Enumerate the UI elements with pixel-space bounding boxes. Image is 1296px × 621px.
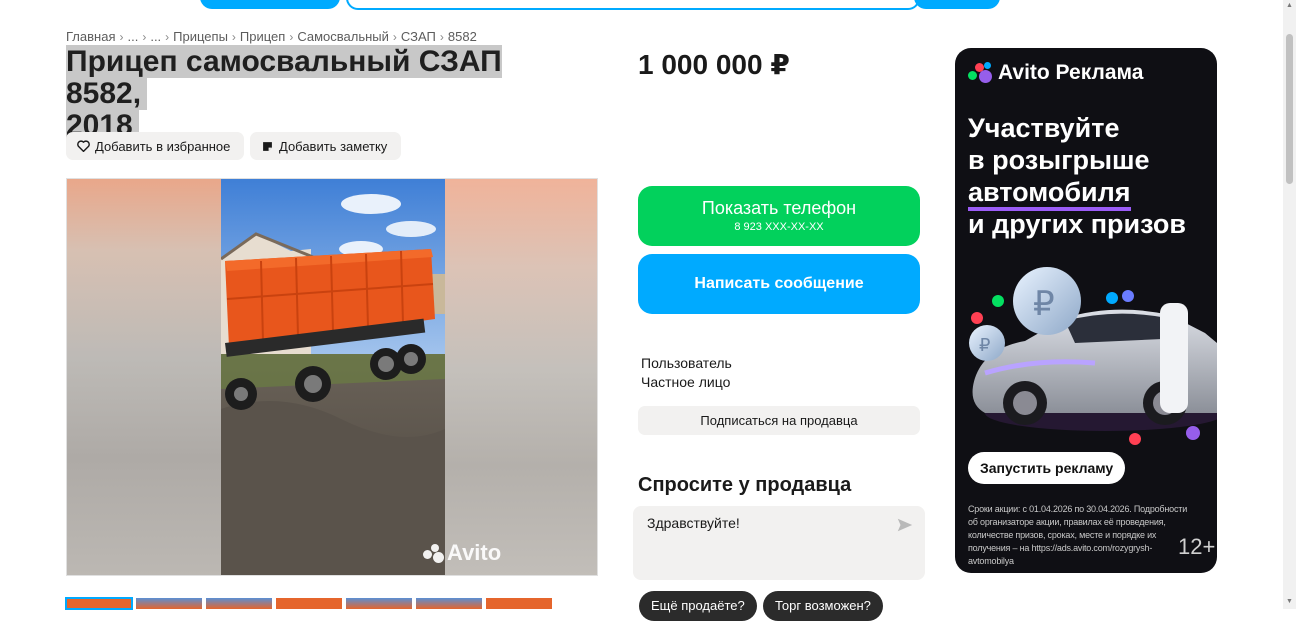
thumbnail[interactable] bbox=[136, 598, 202, 609]
seller-type: Частное лицо bbox=[641, 374, 731, 390]
breadcrumb-link-model[interactable]: 8582 bbox=[448, 29, 477, 44]
add-to-favorites-label: Добавить в избранное bbox=[95, 138, 231, 154]
chevron-right-icon: › bbox=[142, 30, 147, 44]
title-line-1: Прицеп самосвальный СЗАП 8582, bbox=[66, 45, 502, 110]
thumbnail[interactable] bbox=[346, 598, 412, 609]
search-input[interactable] bbox=[346, 0, 920, 10]
chevron-right-icon: › bbox=[231, 30, 236, 44]
category-button[interactable] bbox=[200, 0, 340, 9]
ad-banner[interactable]: Avito Реклама Участвуйте в розыгрыше авт… bbox=[955, 48, 1217, 573]
chevron-right-icon: › bbox=[289, 30, 294, 44]
svg-text:₽: ₽ bbox=[1033, 284, 1055, 324]
write-message-button[interactable]: Написать сообщение bbox=[638, 254, 920, 314]
search-button[interactable] bbox=[914, 0, 1000, 9]
thumbnail[interactable] bbox=[206, 598, 272, 609]
scroll-down-icon[interactable]: ▼ bbox=[1286, 598, 1293, 606]
breadcrumb: Главная ›... ›... › Прицепы › Прицеп › Самосваль… bbox=[66, 29, 477, 44]
chevron-right-icon: › bbox=[119, 30, 124, 44]
thumbnail[interactable] bbox=[276, 598, 342, 609]
photo-gallery[interactable]: Avito bbox=[66, 178, 598, 576]
avito-watermark: Avito bbox=[423, 540, 501, 566]
ask-seller-heading: Спросите у продавца bbox=[638, 474, 852, 496]
svg-text:₽: ₽ bbox=[979, 335, 990, 356]
show-phone-button[interactable]: Показать телефон 8 923 XXX-XX-XX bbox=[638, 186, 920, 246]
note-icon bbox=[260, 139, 274, 153]
breadcrumb-link-brand[interactable]: СЗАП bbox=[401, 29, 436, 44]
ad-headline-line: и других призов bbox=[968, 209, 1186, 239]
car-prize-illustration: ₽ ₽ bbox=[969, 267, 1217, 445]
avito-logo-icon bbox=[423, 544, 445, 563]
chevron-right-icon: › bbox=[392, 30, 397, 44]
seller-name[interactable]: Пользователь bbox=[641, 355, 732, 371]
quick-question-chip[interactable]: Ещё продаёте? bbox=[639, 591, 757, 621]
ad-headline-line: в розыгрыше bbox=[968, 145, 1150, 175]
subscribe-seller-button[interactable]: Подписаться на продавца bbox=[638, 406, 920, 435]
add-note-button[interactable]: Добавить заметку bbox=[250, 132, 402, 160]
thumbnail[interactable] bbox=[486, 598, 552, 609]
phone-masked: 8 923 XXX-XX-XX bbox=[734, 221, 824, 233]
heart-outline-icon bbox=[76, 139, 90, 153]
scrollbar-thumb[interactable] bbox=[1286, 34, 1293, 184]
chevron-right-icon: › bbox=[165, 30, 170, 44]
watermark-label: Avito bbox=[447, 540, 502, 565]
thumbnail[interactable] bbox=[65, 597, 133, 610]
breadcrumb-link-trailers[interactable]: Прицепы bbox=[173, 29, 228, 44]
ad-fine-print: Сроки акции: с 01.04.2026 по 30.04.2026.… bbox=[968, 504, 1188, 566]
gallery-blur-left bbox=[67, 179, 221, 575]
price: 1 000 000 ₽ bbox=[638, 49, 790, 80]
launch-ad-button[interactable]: Запустить рекламу bbox=[968, 452, 1126, 484]
add-to-favorites-button[interactable]: Добавить в избранное bbox=[66, 132, 245, 160]
breadcrumb-link-trailer[interactable]: Прицеп bbox=[240, 29, 285, 44]
breadcrumb-link[interactable]: ... bbox=[150, 29, 161, 44]
age-rating: 12+ bbox=[1178, 534, 1216, 559]
breadcrumb-link-home[interactable]: Главная bbox=[66, 29, 115, 44]
listing-photo[interactable] bbox=[221, 179, 445, 575]
thumbnail-strip bbox=[65, 597, 552, 610]
chevron-right-icon: › bbox=[439, 30, 444, 44]
thumbnail[interactable] bbox=[416, 598, 482, 609]
breadcrumb-link-dump[interactable]: Самосвальный bbox=[297, 29, 389, 44]
page-title: Прицеп самосвальный СЗАП 8582, 2018 bbox=[66, 45, 566, 142]
add-note-label: Добавить заметку bbox=[279, 138, 388, 154]
breadcrumb-link[interactable]: ... bbox=[127, 29, 138, 44]
send-arrow-icon[interactable] bbox=[896, 516, 914, 534]
scroll-up-icon[interactable]: ▲ bbox=[1286, 2, 1293, 10]
avito-logo-icon bbox=[968, 62, 994, 84]
ad-brand-label: Avito Реклама bbox=[998, 61, 1144, 84]
ad-headline: Участвуйте в розыгрыше автомобиля и друг… bbox=[968, 112, 1213, 240]
ask-seller-text[interactable]: Здравствуйте! bbox=[647, 515, 740, 531]
ad-headline-line: Участвуйте bbox=[968, 113, 1120, 143]
show-phone-label: Показать телефон bbox=[701, 198, 857, 218]
ad-brand-logo: Avito Реклама bbox=[968, 61, 1143, 85]
quick-question-chip[interactable]: Торг возможен? bbox=[763, 591, 883, 621]
gallery-blur-right bbox=[445, 179, 597, 575]
ad-headline-underlined: автомобиля bbox=[968, 177, 1131, 211]
